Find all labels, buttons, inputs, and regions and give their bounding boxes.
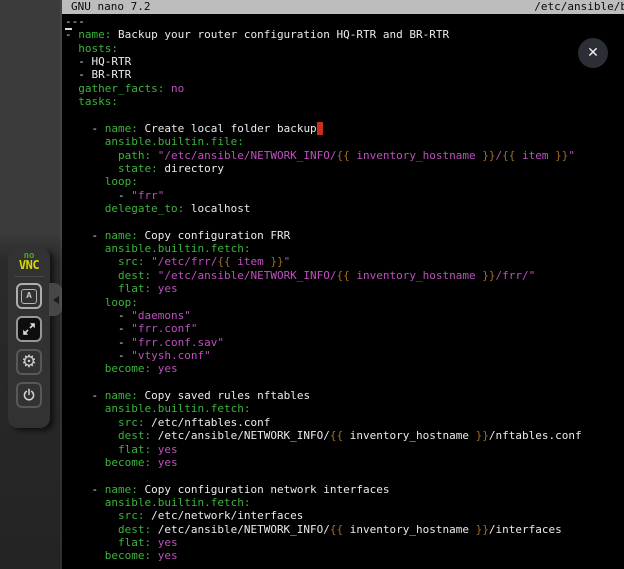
code-line: state: directory bbox=[65, 162, 582, 175]
code-line: dest: /etc/ansible/NETWORK_INFO/{{ inven… bbox=[65, 429, 582, 442]
sidebar-divider bbox=[14, 276, 44, 277]
code-line: dest: /etc/ansible/NETWORK_INFO/{{ inven… bbox=[65, 523, 582, 536]
close-icon: ✕ bbox=[587, 45, 599, 61]
code-line: - name: Copy saved rules nftables bbox=[65, 389, 582, 402]
code-line: gather_facts: no bbox=[65, 82, 582, 95]
novnc-logo: no VNC bbox=[19, 252, 39, 271]
code-line: - "frr" bbox=[65, 189, 582, 202]
code-line: - name: Create local folder backup bbox=[65, 122, 582, 135]
code-line: - "vtysh.conf" bbox=[65, 349, 582, 362]
code-line: become: yes bbox=[65, 456, 582, 469]
code-line: flat: yes bbox=[65, 443, 582, 456]
nano-filename-label: /etc/ansible/b bbox=[534, 0, 624, 14]
code-line: - "daemons" bbox=[65, 309, 582, 322]
code-line bbox=[65, 469, 582, 482]
keyboard-icon: A bbox=[21, 289, 37, 304]
code-line bbox=[65, 215, 582, 228]
code-line: src: /etc/network/interfaces bbox=[65, 509, 582, 522]
fullscreen-button[interactable] bbox=[16, 316, 42, 342]
power-icon bbox=[22, 388, 36, 402]
code-line: --- bbox=[65, 15, 582, 28]
code-line: ansible.builtin.fetch: bbox=[65, 496, 582, 509]
code-line: - "frr.conf" bbox=[65, 322, 582, 335]
code-line: ansible.builtin.file: bbox=[65, 135, 582, 148]
code-line: delegate_to: localhost bbox=[65, 202, 582, 215]
code-line: path: "/etc/ansible/NETWORK_INFO/{{ inve… bbox=[65, 149, 582, 162]
code-line: loop: bbox=[65, 296, 582, 309]
terminal-window[interactable]: GNU nano 7.2 /etc/ansible/b ---- name: B… bbox=[62, 0, 624, 569]
code-line: - BR-RTR bbox=[65, 68, 582, 81]
gear-icon: ⚙ bbox=[21, 354, 36, 371]
settings-button[interactable]: ⚙ bbox=[16, 349, 42, 375]
code-line: flat: yes bbox=[65, 536, 582, 549]
nano-titlebar: GNU nano 7.2 /etc/ansible/b bbox=[62, 0, 624, 14]
code-line bbox=[65, 376, 582, 389]
code-line: flat: yes bbox=[65, 282, 582, 295]
novnc-control-bar: no VNC A ⚙ bbox=[8, 247, 50, 428]
code-line: hosts: bbox=[65, 42, 582, 55]
code-line: become: yes bbox=[65, 549, 582, 562]
code-line: become: yes bbox=[65, 362, 582, 375]
code-line bbox=[65, 109, 582, 122]
code-line: ansible.builtin.fetch: bbox=[65, 242, 582, 255]
keyboard-button[interactable]: A bbox=[16, 283, 42, 309]
code-line: tasks: bbox=[65, 95, 582, 108]
editor-content[interactable]: ---- name: Backup your router configurat… bbox=[65, 15, 582, 563]
power-button[interactable] bbox=[16, 382, 42, 408]
code-line: - HQ-RTR bbox=[65, 55, 582, 68]
code-line: - name: Backup your router configuration… bbox=[65, 28, 582, 41]
fullscreen-icon bbox=[22, 322, 36, 336]
code-line: - name: Copy configuration FRR bbox=[65, 229, 582, 242]
collapse-arrow-icon bbox=[53, 296, 59, 304]
code-line: ansible.builtin.fetch: bbox=[65, 402, 582, 415]
control-bar-handle[interactable] bbox=[49, 283, 62, 316]
novnc-page: no VNC A ⚙ bbox=[0, 0, 624, 569]
code-line: loop: bbox=[65, 175, 582, 188]
nano-version-label: GNU nano 7.2 bbox=[71, 0, 150, 14]
code-line: - name: Copy configuration network inter… bbox=[65, 483, 582, 496]
close-button[interactable]: ✕ bbox=[578, 38, 608, 68]
code-line: - "frr.conf.sav" bbox=[65, 336, 582, 349]
code-line: src: /etc/nftables.conf bbox=[65, 416, 582, 429]
code-line: src: "/etc/frr/{{ item }}" bbox=[65, 255, 582, 268]
code-line: dest: "/etc/ansible/NETWORK_INFO/{{ inve… bbox=[65, 269, 582, 282]
novnc-logo-vnc: VNC bbox=[19, 260, 39, 271]
